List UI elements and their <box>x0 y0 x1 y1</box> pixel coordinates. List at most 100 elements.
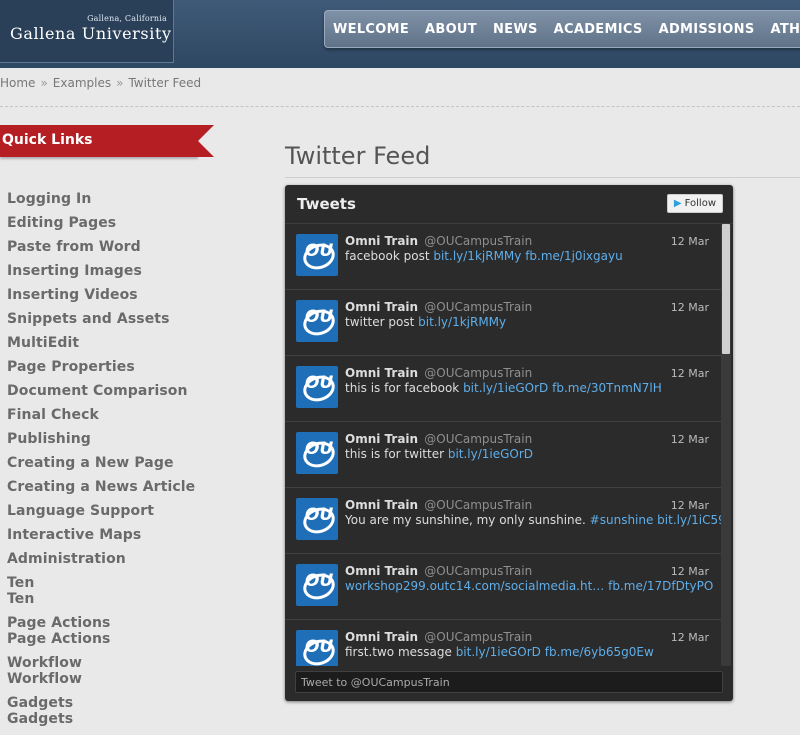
quick-link-item[interactable]: Gadgets <box>7 695 247 711</box>
tweet-date[interactable]: 12 Mar <box>671 301 709 314</box>
site-logo[interactable]: Gallena, California Gallena University <box>0 0 174 63</box>
ou-logo-icon: OU <box>305 571 333 591</box>
nav-athletics[interactable]: ATHLETICS <box>771 22 800 37</box>
quick-link-item[interactable]: Creating a New Page <box>7 455 247 471</box>
tweet-link[interactable]: #sunshine bit.ly/1iC599c <box>590 513 721 527</box>
tweet-handle[interactable]: @OUCampusTrain <box>424 366 532 380</box>
tweet-date[interactable]: 12 Mar <box>671 565 709 578</box>
tweet-author[interactable]: Omni Train <box>345 366 418 380</box>
quick-link-item[interactable]: Workflow <box>7 671 247 687</box>
nav-news[interactable]: NEWS <box>493 22 538 37</box>
tweet-date[interactable]: 12 Mar <box>671 235 709 248</box>
avatar[interactable]: OU <box>296 234 338 276</box>
avatar[interactable]: OU <box>296 630 338 666</box>
tweet-text: You are my sunshine, my only sunshine. <box>345 513 590 527</box>
tweet-item[interactable]: OU Omni Train @OUCampusTrain 12 Mar work… <box>285 554 721 620</box>
quick-link-item[interactable]: Paste from Word <box>7 239 247 255</box>
quick-links-title: Quick Links <box>2 132 92 148</box>
ou-logo-icon: OU <box>305 505 333 525</box>
quick-link-item[interactable]: Final Check <box>7 407 247 423</box>
ou-logo-icon: OU <box>305 373 333 393</box>
page-title: Twitter Feed <box>285 142 430 170</box>
tweet-author[interactable]: Omni Train <box>345 432 418 446</box>
quick-link-item[interactable]: Page Actions <box>7 631 247 647</box>
quick-link-item[interactable]: Workflow <box>7 655 247 671</box>
tweet-date[interactable]: 12 Mar <box>671 631 709 644</box>
avatar[interactable]: OU <box>296 300 338 342</box>
breadcrumb-examples[interactable]: Examples <box>53 76 111 90</box>
tweet-date[interactable]: 12 Mar <box>671 499 709 512</box>
breadcrumb-separator: » <box>40 76 47 90</box>
tweet-link[interactable]: bit.ly/1kjRMMy fb.me/1j0ixgayu <box>433 249 622 263</box>
tweet-handle[interactable]: @OUCampusTrain <box>424 564 532 578</box>
tweet-item[interactable]: OU Omni Train @OUCampusTrain 12 Mar twit… <box>285 290 721 356</box>
tweet-link[interactable]: bit.ly/1ieGOrD <box>448 447 533 461</box>
twitter-widget: Tweets ▶ Follow OU Omni Train @OUCampusT… <box>285 185 733 701</box>
avatar[interactable]: OU <box>296 366 338 408</box>
nav-academics[interactable]: ACADEMICS <box>554 22 643 37</box>
breadcrumb: Home»Examples»Twitter Feed <box>0 76 201 90</box>
tweet-handle[interactable]: @OUCampusTrain <box>424 498 532 512</box>
quick-link-item[interactable]: Logging In <box>7 191 247 207</box>
quick-links-ribbon: Quick Links <box>0 125 215 157</box>
quick-link-item[interactable]: Page Properties <box>7 359 247 375</box>
tweet-item[interactable]: OU Omni Train @OUCampusTrain 12 Mar face… <box>285 224 721 290</box>
logo-city: Gallena, California <box>87 14 167 23</box>
ou-logo-icon: OU <box>305 637 333 657</box>
tweet-link[interactable]: bit.ly/1ieGOrD fb.me/30TnmN7lH <box>463 381 662 395</box>
tweet-text: first.two message <box>345 645 456 659</box>
tweet-text: facebook post <box>345 249 433 263</box>
divider <box>0 106 800 107</box>
nav-admissions[interactable]: ADMISSIONS <box>659 22 755 37</box>
tweet-author[interactable]: Omni Train <box>345 300 418 314</box>
quick-link-item[interactable]: Ten <box>7 575 247 591</box>
tweet-handle[interactable]: @OUCampusTrain <box>424 630 532 644</box>
tweet-compose-input[interactable]: Tweet to @OUCampusTrain <box>295 671 723 693</box>
tweet-handle[interactable]: @OUCampusTrain <box>424 300 532 314</box>
tweet-date[interactable]: 12 Mar <box>671 433 709 446</box>
tweet-author[interactable]: Omni Train <box>345 234 418 248</box>
tweet-date[interactable]: 12 Mar <box>671 367 709 380</box>
quick-link-item[interactable]: Language Support <box>7 503 247 519</box>
avatar[interactable]: OU <box>296 564 338 606</box>
scrollbar-thumb[interactable] <box>722 224 730 354</box>
quick-link-item[interactable]: Administration <box>7 551 247 567</box>
tweet-handle[interactable]: @OUCampusTrain <box>424 432 532 446</box>
avatar[interactable]: OU <box>296 498 338 540</box>
quick-link-item[interactable]: Ten <box>7 591 247 607</box>
tweet-text: twitter post <box>345 315 418 329</box>
quick-link-item[interactable]: Editing Pages <box>7 215 247 231</box>
quick-link-item[interactable]: Publishing <box>7 431 247 447</box>
quick-links-list: Logging In Editing Pages Paste from Word… <box>7 191 247 735</box>
quick-link-item[interactable]: Inserting Images <box>7 263 247 279</box>
quick-link-item[interactable]: Gadgets <box>7 711 247 727</box>
tweet-author[interactable]: Omni Train <box>345 630 418 644</box>
tweet-item[interactable]: OU Omni Train @OUCampusTrain 12 Mar firs… <box>285 620 721 666</box>
tweet-item[interactable]: OU Omni Train @OUCampusTrain 12 Mar this… <box>285 356 721 422</box>
tweet-item[interactable]: OU Omni Train @OUCampusTrain 12 Mar this… <box>285 422 721 488</box>
ou-logo-icon: OU <box>305 307 333 327</box>
widget-title: Tweets <box>297 195 356 213</box>
quick-link-item[interactable]: Inserting Videos <box>7 287 247 303</box>
quick-link-item[interactable]: MultiEdit <box>7 335 247 351</box>
tweet-author[interactable]: Omni Train <box>345 498 418 512</box>
tweet-link[interactable]: workshop299.outc14.com/socialmedia.ht… f… <box>345 579 713 593</box>
tweet-item[interactable]: OU Omni Train @OUCampusTrain 12 Mar You … <box>285 488 721 554</box>
tweet-scrollbar[interactable] <box>721 224 731 666</box>
tweet-handle[interactable]: @OUCampusTrain <box>424 234 532 248</box>
quick-link-item[interactable]: Creating a News Article <box>7 479 247 495</box>
tweet-link[interactable]: bit.ly/1kjRMMy <box>418 315 506 329</box>
avatar[interactable]: OU <box>296 432 338 474</box>
quick-link-item[interactable]: Snippets and Assets <box>7 311 247 327</box>
ou-logo-icon: OU <box>305 241 333 261</box>
breadcrumb-home[interactable]: Home <box>0 76 35 90</box>
nav-welcome[interactable]: WELCOME <box>333 22 409 37</box>
quick-link-item[interactable]: Document Comparison <box>7 383 247 399</box>
follow-button[interactable]: ▶ Follow <box>667 194 723 213</box>
tweet-author[interactable]: Omni Train <box>345 564 418 578</box>
quick-link-item[interactable]: Page Actions <box>7 615 247 631</box>
tweet-link[interactable]: bit.ly/1ieGOrD fb.me/6yb65g0Ew <box>456 645 654 659</box>
tweet-text: this is for twitter <box>345 447 448 461</box>
quick-link-item[interactable]: Interactive Maps <box>7 527 247 543</box>
nav-about[interactable]: ABOUT <box>425 22 477 37</box>
